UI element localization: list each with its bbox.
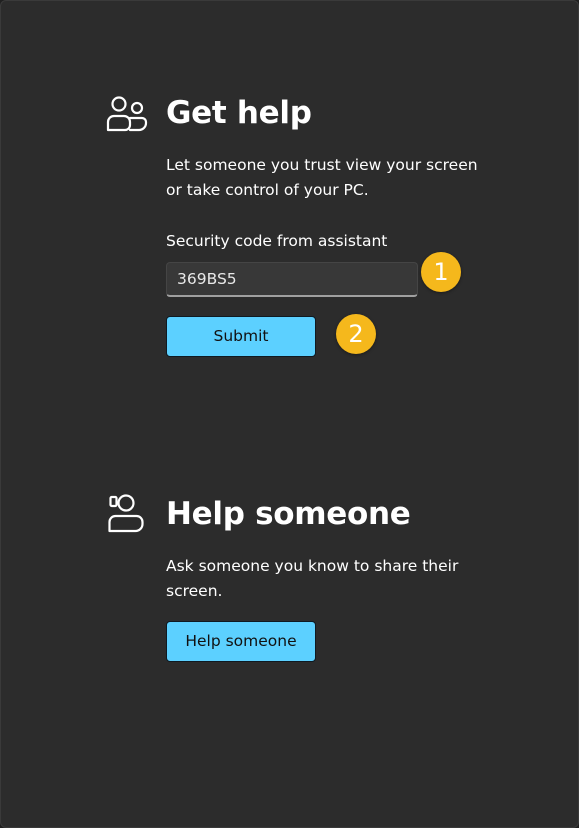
security-code-input[interactable] [166,262,418,297]
get-help-description: Let someone you trust view your screen o… [166,153,478,203]
get-help-title: Get help [166,95,312,131]
people-icon [106,96,148,132]
get-help-description-line-1: Let someone you trust view your screen [166,156,478,174]
person-with-screen-icon [108,494,144,533]
quick-assist-window: Get help Let someone you trust view your… [0,0,579,828]
help-someone-button[interactable]: Help someone [166,621,316,662]
help-someone-description-line-2: screen. [166,582,223,600]
annotation-badge-2: 2 [336,314,376,354]
security-code-label: Security code from assistant [166,232,388,250]
get-help-description-line-2: or take control of your PC. [166,181,369,199]
help-someone-description: Ask someone you know to share their scre… [166,554,458,604]
submit-button[interactable]: Submit [166,316,316,357]
help-someone-description-line-1: Ask someone you know to share their [166,557,459,575]
help-someone-title: Help someone [166,496,411,532]
annotation-badge-1: 1 [421,252,461,292]
